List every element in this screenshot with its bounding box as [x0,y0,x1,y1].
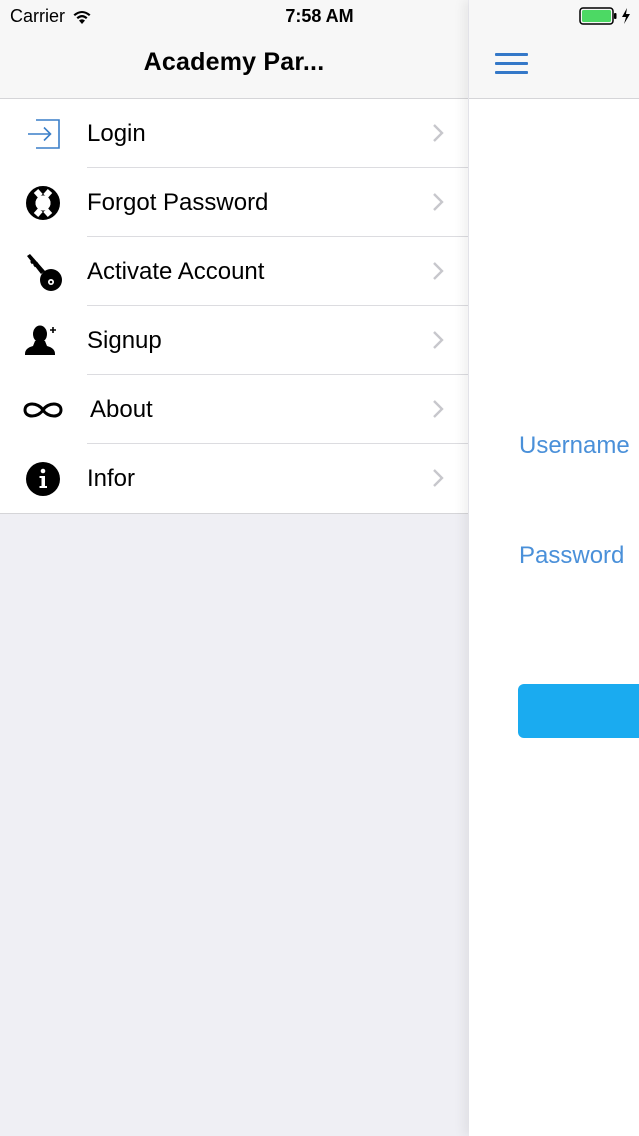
menu-title: Academy Par... [143,48,325,76]
side-menu: Academy Par... Login Forgot Password Act… [0,0,468,1136]
charging-bolt-icon [622,8,630,24]
menu-item-label: Signup [87,326,162,354]
chevron-right-icon [433,193,444,211]
login-submit-button[interactable] [518,684,639,738]
menu-item-forgot-password[interactable]: Forgot Password [0,168,468,237]
menu-item-label: Infor [87,464,136,492]
battery-indicator [579,7,631,25]
menu-item-label: Activate Account [87,257,265,285]
key-icon [22,237,64,306]
add-user-icon [22,306,64,375]
menu-item-activate-account[interactable]: Activate Account [0,237,468,306]
password-label: Password [519,542,625,569]
lifebuoy-icon [22,168,64,237]
info-icon [22,444,64,513]
infinity-icon [22,375,64,444]
menu-item-label: Forgot Password [87,188,269,216]
status-bar: Carrier 7:58 AM [0,0,639,34]
menu-item-login[interactable]: Login [0,99,468,168]
hamburger-menu-icon[interactable] [495,53,529,77]
menu-item-infor[interactable]: Infor [0,444,468,513]
login-icon [22,99,64,168]
menu-list: Login Forgot Password Activate Account S… [0,99,468,514]
menu-item-about[interactable]: About [0,375,468,444]
username-label: Username [519,432,630,459]
chevron-right-icon [433,262,444,280]
battery-icon [579,7,617,25]
menu-item-label: Login [87,119,146,147]
chevron-right-icon [433,124,444,142]
clock: 7:58 AM [285,6,354,26]
menu-item-signup[interactable]: Signup [0,306,468,375]
chevron-right-icon [433,400,444,418]
chevron-right-icon [433,469,444,487]
menu-item-label: About [90,395,153,423]
chevron-right-icon [433,331,444,349]
main-content-panel: Username Password [469,0,639,1136]
